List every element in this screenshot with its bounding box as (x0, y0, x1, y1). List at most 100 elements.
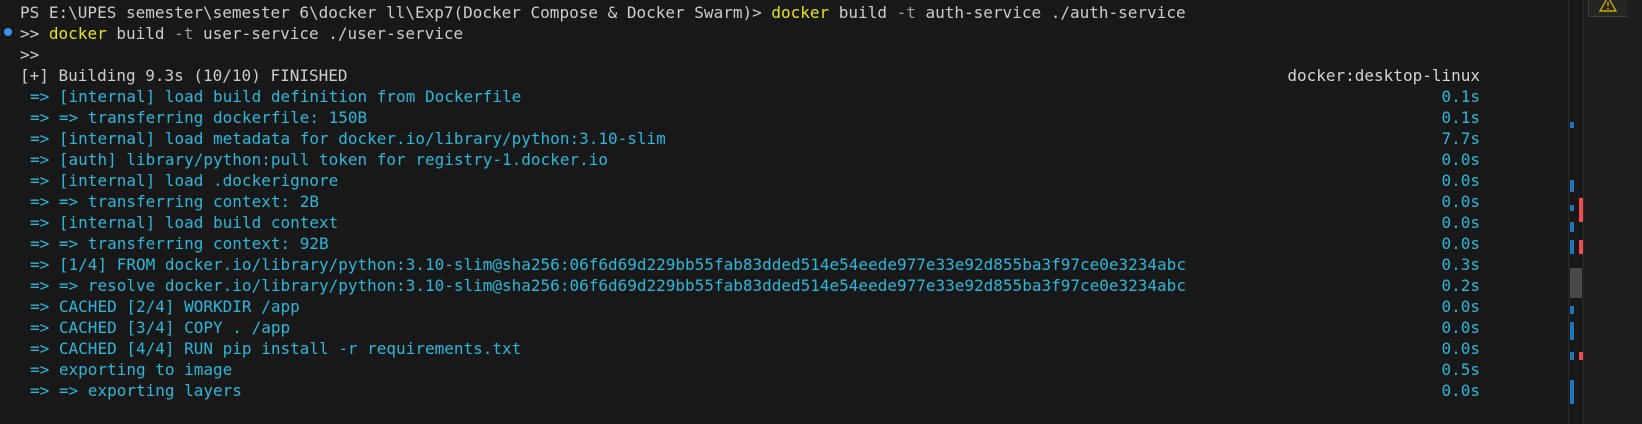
step-arrow: => (30, 192, 50, 211)
build-step-row: => CACHED [3/4] COPY . /app (30, 317, 290, 339)
step-arrow: => (30, 360, 50, 379)
warning-icon[interactable] (1599, 0, 1617, 12)
step-duration: 0.0s (1441, 213, 1480, 232)
step-arrow: => (30, 108, 50, 127)
build-step-row: => [internal] load .dockerignore (30, 170, 338, 192)
step-duration: 0.1s (1441, 108, 1480, 127)
scrollbar-slider[interactable] (1570, 268, 1582, 298)
step-text: CACHED [3/4] COPY . /app (58, 318, 291, 337)
command-args: auth-service ./auth-service (915, 3, 1186, 22)
step-text: => transferring context: 2B (58, 192, 319, 211)
command-flag: -t (174, 24, 194, 43)
terminal-line-command-1: PS E:\UPES semester\semester 6\docker ll… (20, 2, 1186, 24)
side-panel (1583, 0, 1642, 424)
step-arrow: => (30, 234, 50, 253)
step-duration: 0.0s (1441, 339, 1480, 358)
step-duration: 7.7s (1441, 129, 1480, 148)
step-duration: 0.3s (1441, 255, 1480, 274)
build-step-row: => [1/4] FROM docker.io/library/python:3… (30, 254, 1186, 276)
build-step-row: => exporting to image (30, 359, 232, 381)
command-name: docker (771, 3, 830, 22)
command-name: docker (48, 24, 107, 43)
step-arrow: => (30, 339, 50, 358)
overview-marker (1570, 352, 1574, 360)
step-text: [internal] load .dockerignore (58, 171, 339, 190)
build-step-row: => => resolve docker.io/library/python:3… (30, 275, 1186, 297)
step-text: exporting to image (58, 360, 233, 379)
terminal-output[interactable]: PS E:\UPES semester\semester 6\docker ll… (0, 0, 1568, 424)
step-arrow: => (30, 129, 50, 148)
step-duration: 0.1s (1441, 87, 1480, 106)
build-step-row: => CACHED [4/4] RUN pip install -r requi… (30, 338, 521, 360)
step-text: [internal] load build context (58, 213, 339, 232)
step-arrow: => (30, 276, 50, 295)
step-text: [1/4] FROM docker.io/library/python:3.10… (58, 255, 1186, 274)
build-context: docker:desktop-linux (1287, 66, 1480, 85)
step-arrow: => (30, 213, 50, 232)
step-duration: 0.0s (1441, 234, 1480, 253)
continuation-prompt: >> (20, 24, 49, 43)
step-text: => resolve docker.io/library/python:3.10… (58, 276, 1186, 295)
step-arrow: => (30, 297, 50, 316)
step-text: CACHED [4/4] RUN pip install -r requirem… (58, 339, 522, 358)
overview-marker (1570, 380, 1574, 404)
build-header: [+] Building 9.3s (10/10) FINISHED (20, 66, 348, 85)
step-arrow: => (30, 171, 50, 190)
step-duration: 0.0s (1441, 150, 1480, 169)
command-args: build (829, 3, 897, 22)
warning-tab[interactable] (1588, 0, 1627, 17)
step-duration: 0.0s (1441, 192, 1480, 211)
build-step-row: => => exporting layers (30, 380, 242, 402)
build-step-row: => => transferring dockerfile: 150B (30, 107, 367, 129)
step-text: [auth] library/python:pull token for reg… (58, 150, 608, 169)
step-duration: 0.0s (1441, 318, 1480, 337)
step-arrow: => (30, 150, 50, 169)
step-arrow: => (30, 318, 50, 337)
step-arrow: => (30, 381, 50, 400)
terminal-line-command-2: >> docker build -t user-service ./user-s… (20, 23, 463, 45)
terminal-line-continuation: >> (20, 44, 39, 66)
overview-marker (1570, 205, 1574, 211)
step-duration: 0.5s (1441, 360, 1480, 379)
continuation-prompt: >> (20, 45, 40, 64)
build-step-row: => [internal] load build context (30, 212, 338, 234)
command-args: user-service ./user-service (193, 24, 464, 43)
step-text: => transferring dockerfile: 150B (58, 108, 368, 127)
build-step-row: => => transferring context: 92B (30, 233, 329, 255)
command-decoration-icon[interactable] (4, 28, 12, 36)
build-step-row: => CACHED [2/4] WORKDIR /app (30, 296, 300, 318)
step-duration: 0.0s (1441, 171, 1480, 190)
command-flag: -t (896, 3, 916, 22)
step-duration: 0.0s (1441, 381, 1480, 400)
build-step-row: => [internal] load metadata for docker.i… (30, 128, 666, 150)
overview-marker (1570, 306, 1574, 314)
shell-prompt: PS E:\UPES semester\semester 6\docker ll… (20, 3, 772, 22)
step-text: [internal] load metadata for docker.io/l… (58, 129, 666, 148)
build-step-row: => => transferring context: 2B (30, 191, 319, 213)
overview-marker (1570, 122, 1574, 128)
overview-marker (1570, 240, 1574, 254)
step-duration: 0.2s (1441, 276, 1480, 295)
step-text: => transferring context: 92B (58, 234, 329, 253)
step-text: [internal] load build definition from Do… (58, 87, 522, 106)
overview-marker (1570, 222, 1574, 232)
overview-marker (1570, 180, 1574, 192)
step-duration: 0.0s (1441, 297, 1480, 316)
terminal-scrollbar[interactable] (1568, 0, 1583, 424)
step-text: => exporting layers (58, 381, 242, 400)
build-step-row: => [internal] load build definition from… (30, 86, 521, 108)
